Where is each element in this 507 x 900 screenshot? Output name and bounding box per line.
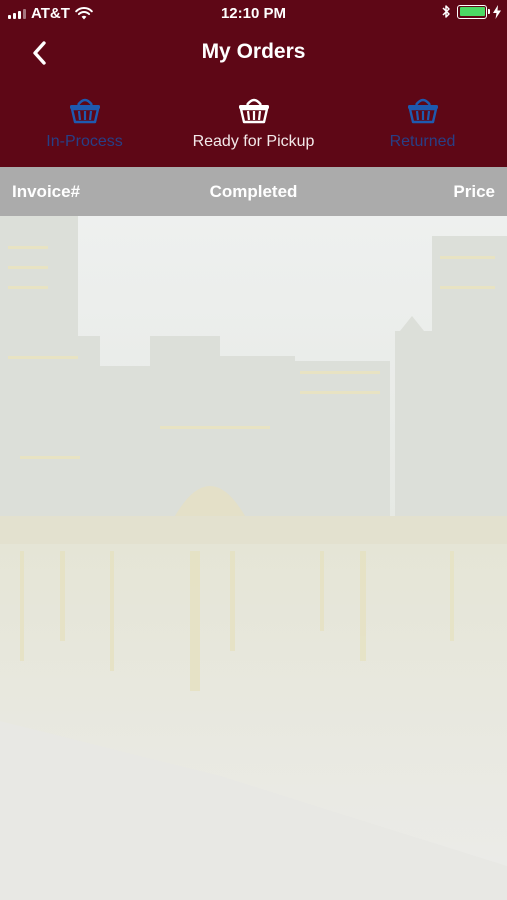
tab-label: Returned — [389, 133, 456, 150]
orders-table-header: Completed Invoice# Price — [0, 167, 507, 216]
orders-list-area — [0, 216, 507, 900]
status-time: 12:10 PM — [220, 5, 287, 22]
status-right — [441, 4, 501, 19]
status-bar: AT&T 12:10 PM — [0, 0, 507, 28]
tab-in-process[interactable]: In-Process — [0, 92, 169, 160]
basket-icon — [69, 98, 100, 124]
app-header: AT&T 12:10 PM My Orders In-Process Ready… — [0, 0, 507, 167]
page-title: My Orders — [201, 40, 306, 63]
nav-bar: My Orders — [0, 32, 507, 74]
bluetooth-icon — [442, 5, 450, 18]
tab-label: In-Process — [46, 133, 123, 150]
column-header-invoice: Invoice# — [12, 182, 81, 201]
tab-returned[interactable]: Returned — [338, 92, 507, 160]
tab-ready-for-pickup[interactable]: Ready for Pickup — [169, 92, 338, 160]
basket-icon — [407, 98, 438, 124]
order-status-tabs: In-Process Ready for Pickup Returned — [0, 92, 507, 160]
tab-label: Ready for Pickup — [192, 133, 315, 150]
column-header-price: Price — [453, 182, 495, 201]
basket-icon — [238, 98, 269, 124]
charging-bolt-icon — [493, 4, 501, 19]
battery-icon — [457, 4, 490, 19]
city-skyline-background-image — [0, 216, 507, 900]
